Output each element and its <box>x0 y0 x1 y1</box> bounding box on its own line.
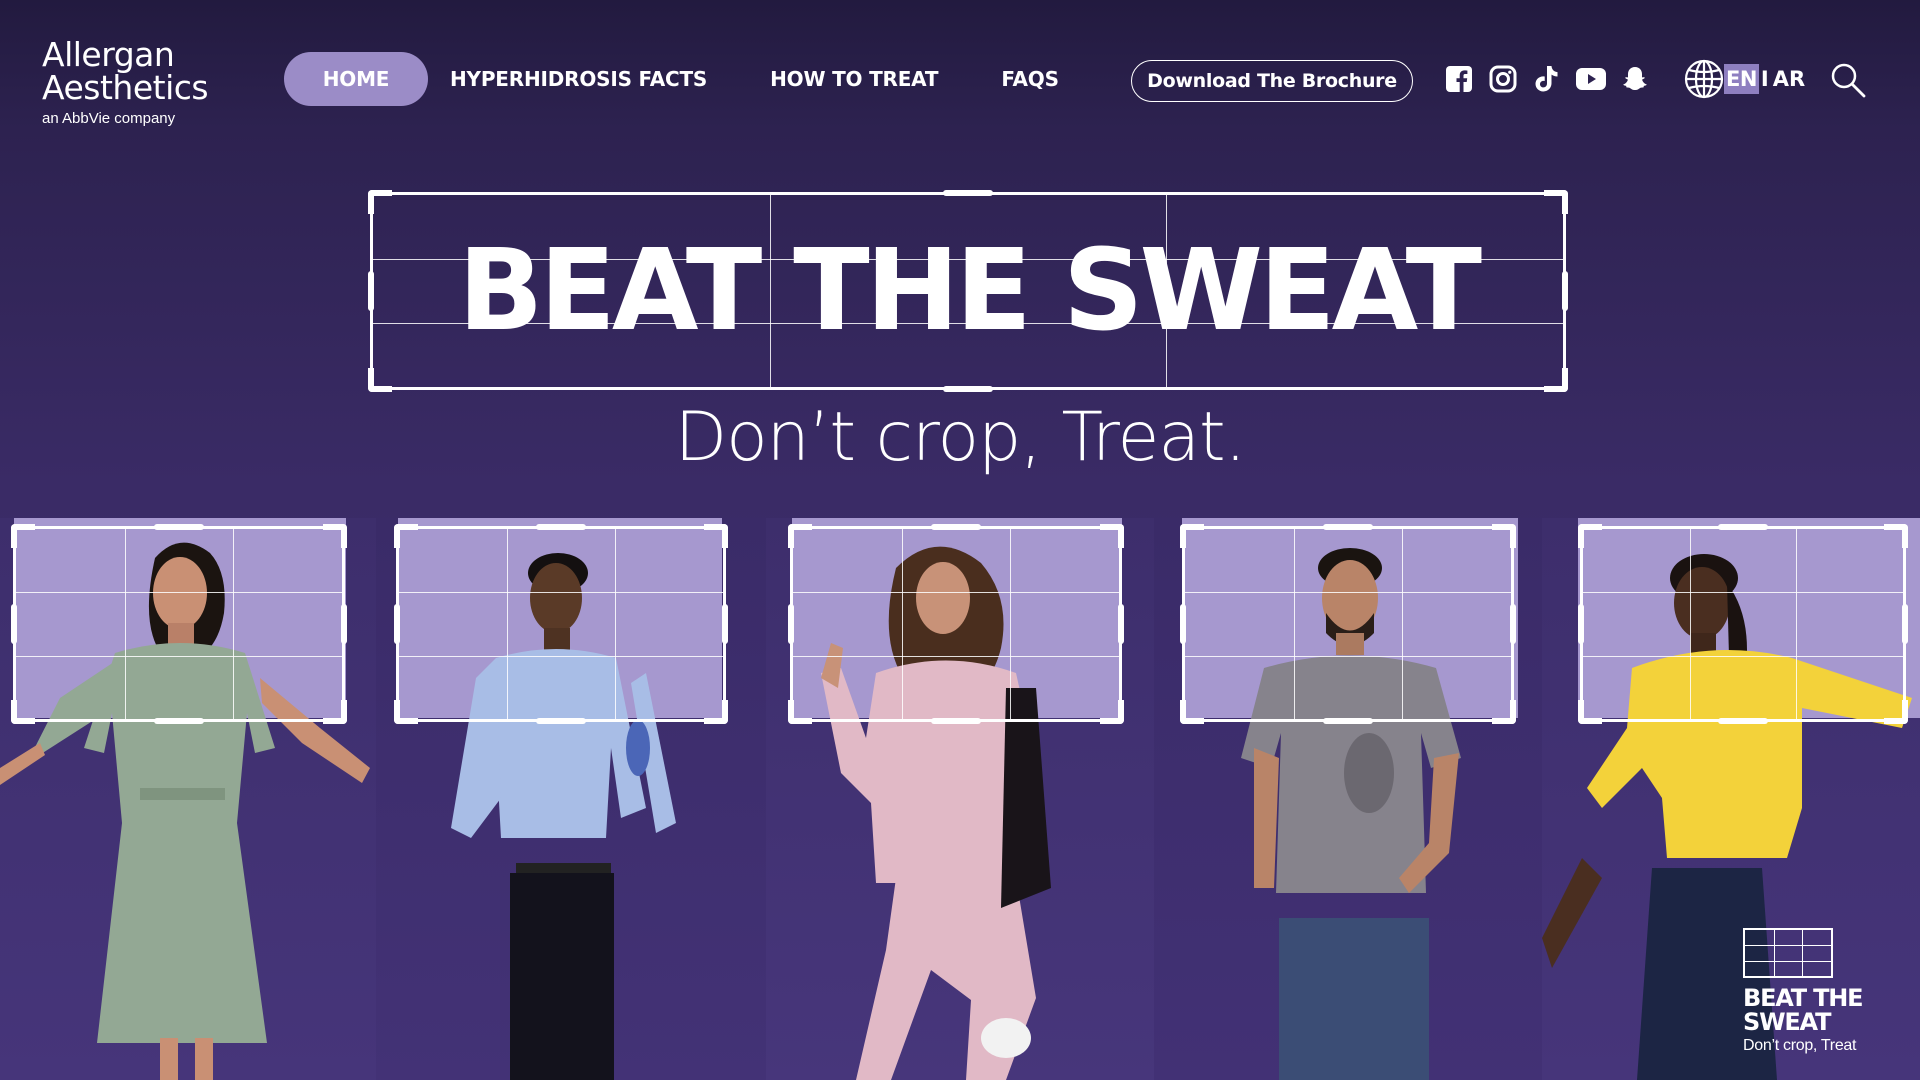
person-panel <box>0 518 376 1080</box>
hero-subtitle: Don’t crop, Treat. <box>674 398 1247 477</box>
badge-title-line-1: BEAT THE <box>1743 984 1864 1012</box>
badge-title: BEAT THE SWEAT <box>1743 986 1893 1034</box>
main-nav: HOME HYPERHIDROSIS FACTS HOW TO TREAT FA… <box>284 52 1059 106</box>
people-gallery <box>0 518 1920 1080</box>
person-panel <box>376 518 766 1080</box>
nav-faqs[interactable]: FAQS <box>1001 52 1059 106</box>
logo-line-1: Allergan <box>42 35 175 74</box>
beat-the-sweat-badge: BEAT THE SWEAT Don’t crop, Treat <box>1743 928 1893 1055</box>
search-icon[interactable] <box>1830 62 1866 98</box>
hero-title: BEAT THE SWEAT <box>458 226 1482 356</box>
download-brochure-button[interactable]: Download The Brochure <box>1131 60 1413 102</box>
logo-line-2: Aesthetics <box>42 68 209 107</box>
hero-crop-frame: BEAT THE SWEAT <box>368 190 1568 392</box>
crop-frame <box>788 524 1124 724</box>
badge-crop-icon <box>1743 928 1833 978</box>
language-ar[interactable]: AR <box>1773 67 1805 91</box>
social-links <box>1444 64 1664 94</box>
person-panel <box>766 518 1154 1080</box>
crop-frame <box>1180 524 1516 724</box>
logo-tagline: an AbbVie company <box>42 110 176 127</box>
site-header: Allergan Aesthetics an AbbVie company HO… <box>0 0 1920 140</box>
tiktok-icon[interactable] <box>1532 64 1562 94</box>
allergan-logo[interactable]: Allergan Aesthetics an AbbVie company <box>42 38 242 127</box>
globe-icon[interactable] <box>1684 59 1724 99</box>
crop-frame <box>394 524 728 724</box>
language-en[interactable]: EN <box>1724 64 1759 94</box>
crop-frame <box>1578 524 1908 724</box>
person-panel <box>1154 518 1542 1080</box>
crop-frame <box>11 524 347 724</box>
facebook-icon[interactable] <box>1444 64 1474 94</box>
youtube-icon[interactable] <box>1576 64 1606 94</box>
instagram-icon[interactable] <box>1488 64 1518 94</box>
language-switcher: EN I AR <box>1684 59 1805 99</box>
snapchat-icon[interactable] <box>1620 64 1650 94</box>
language-separator: I <box>1760 67 1769 91</box>
badge-title-line-2: SWEAT <box>1743 1008 1831 1036</box>
nav-home[interactable]: HOME <box>284 52 428 106</box>
nav-how-to-treat[interactable]: HOW TO TREAT <box>770 52 938 106</box>
nav-hyperhidrosis-facts[interactable]: HYPERHIDROSIS FACTS <box>450 52 707 106</box>
badge-subtitle: Don’t crop, Treat <box>1743 1037 1857 1054</box>
